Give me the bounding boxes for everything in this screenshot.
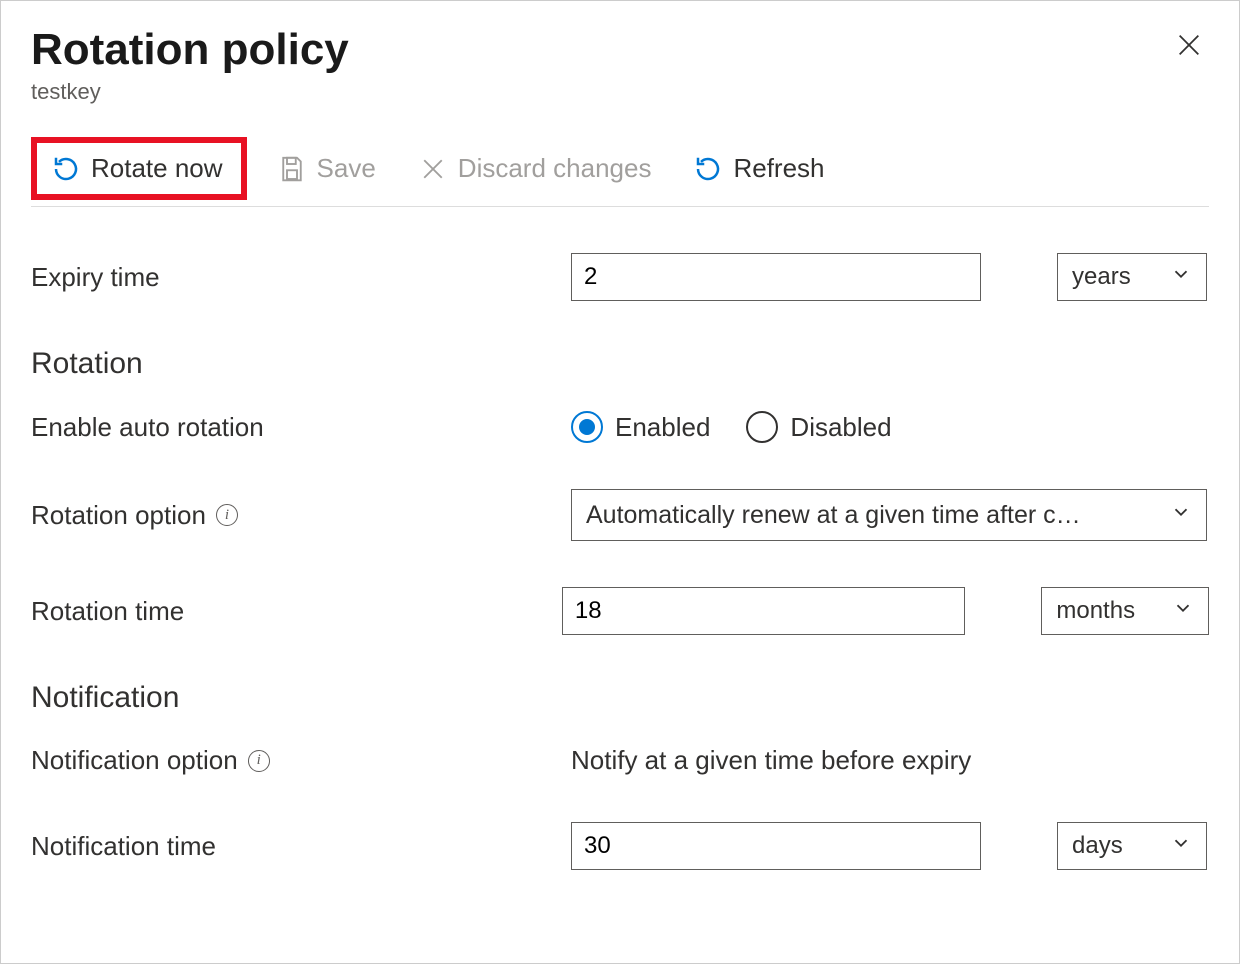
notification-time-unit-select[interactable]: days <box>1057 822 1207 870</box>
rotation-time-input[interactable] <box>562 587 966 635</box>
disabled-radio-label: Disabled <box>790 412 891 443</box>
page-subtitle: testkey <box>31 79 349 105</box>
radio-unselected-icon <box>746 411 778 443</box>
chevron-down-icon <box>1170 263 1192 292</box>
rotation-option-label: Rotation option i <box>31 500 571 531</box>
save-button: Save <box>265 145 388 192</box>
close-button[interactable] <box>1169 25 1209 70</box>
discard-icon <box>418 154 448 184</box>
rotate-now-button[interactable]: Rotate now <box>39 145 235 192</box>
rotation-time-unit-value: months <box>1056 597 1135 625</box>
refresh-button[interactable]: Refresh <box>681 145 836 192</box>
chevron-down-icon <box>1170 501 1192 530</box>
disabled-radio[interactable]: Disabled <box>746 411 891 443</box>
rotation-option-value: Automatically renew at a given time afte… <box>586 501 1081 530</box>
expiry-time-unit-value: years <box>1072 263 1131 291</box>
auto-rotation-radio-group: Enabled Disabled <box>571 411 892 443</box>
notification-time-input[interactable] <box>571 822 981 870</box>
rotate-now-label: Rotate now <box>91 153 223 184</box>
rotate-icon <box>51 154 81 184</box>
info-icon[interactable]: i <box>248 750 270 772</box>
rotation-option-label-text: Rotation option <box>31 500 206 531</box>
info-icon[interactable]: i <box>216 504 238 526</box>
enable-auto-rotation-label: Enable auto rotation <box>31 412 571 443</box>
rotation-option-select[interactable]: Automatically renew at a given time afte… <box>571 489 1207 541</box>
notification-option-label-text: Notification option <box>31 745 238 776</box>
discard-label: Discard changes <box>458 153 652 184</box>
rotation-time-unit-select[interactable]: months <box>1041 587 1209 635</box>
notification-time-unit-value: days <box>1072 832 1123 860</box>
discard-button: Discard changes <box>406 145 664 192</box>
refresh-label: Refresh <box>733 153 824 184</box>
rotation-heading: Rotation <box>31 347 1209 381</box>
save-label: Save <box>317 153 376 184</box>
notification-heading: Notification <box>31 681 1209 715</box>
notification-option-label: Notification option i <box>31 745 571 776</box>
highlight-rotate-now: Rotate now <box>31 137 247 200</box>
save-icon <box>277 154 307 184</box>
chevron-down-icon <box>1170 832 1192 861</box>
enabled-radio-label: Enabled <box>615 412 710 443</box>
enabled-radio[interactable]: Enabled <box>571 411 710 443</box>
close-icon <box>1175 31 1203 59</box>
chevron-down-icon <box>1172 597 1194 626</box>
expiry-time-input[interactable] <box>571 253 981 301</box>
notification-option-value: Notify at a given time before expiry <box>571 745 971 776</box>
rotation-time-label: Rotation time <box>31 596 562 627</box>
notification-time-label: Notification time <box>31 831 571 862</box>
radio-selected-icon <box>571 411 603 443</box>
page-title: Rotation policy <box>31 25 349 75</box>
toolbar: Rotate now Save Discard changes Refresh <box>31 137 1209 207</box>
refresh-icon <box>693 154 723 184</box>
expiry-time-label: Expiry time <box>31 262 571 293</box>
expiry-time-unit-select[interactable]: years <box>1057 253 1207 301</box>
